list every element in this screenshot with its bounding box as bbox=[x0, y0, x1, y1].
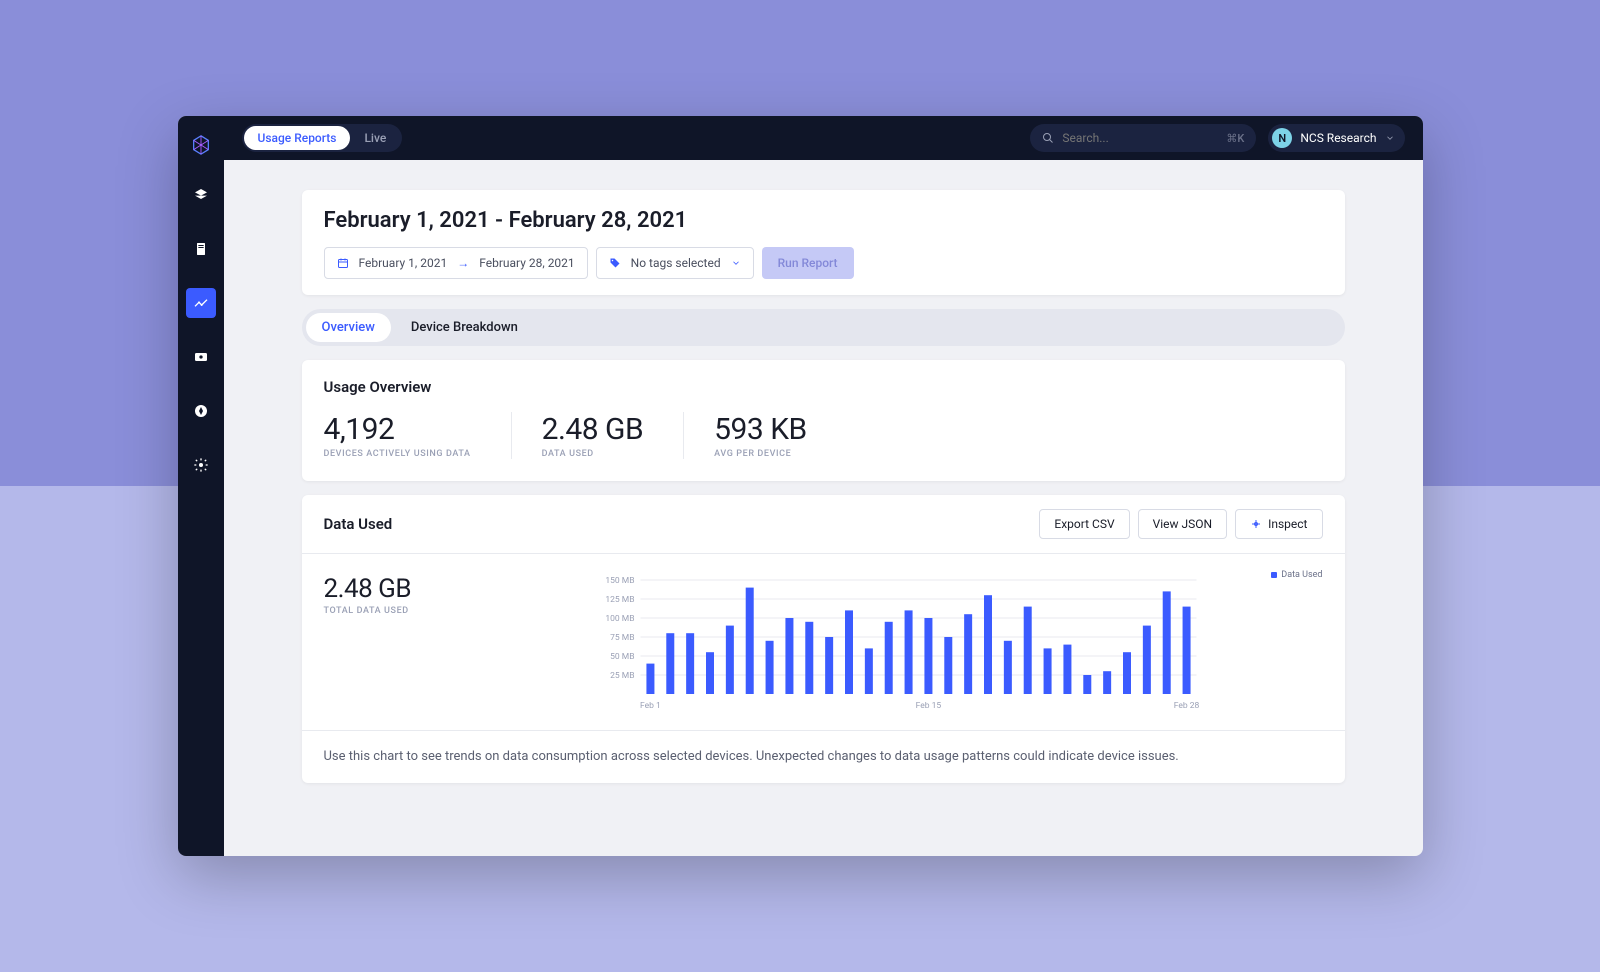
total-data-value: 2.48 GB bbox=[324, 574, 464, 604]
sidebar-item-settings[interactable] bbox=[186, 450, 216, 480]
sidebar-item-layers[interactable] bbox=[186, 180, 216, 210]
stat-value: 4,192 bbox=[324, 412, 471, 447]
export-button-group: Export CSV View JSON Inspect bbox=[1039, 509, 1322, 539]
stat-devices: 4,192 DEVICES ACTIVELY USING DATA bbox=[324, 412, 512, 459]
date-range-card: February 1, 2021 - February 28, 2021 Feb… bbox=[302, 190, 1345, 295]
sidebar-item-analytics[interactable] bbox=[186, 288, 216, 318]
stats-row: 4,192 DEVICES ACTIVELY USING DATA 2.48 G… bbox=[324, 412, 1323, 459]
svg-text:Feb 1: Feb 1 bbox=[640, 701, 661, 711]
stat-data-used: 2.48 GB DATA USED bbox=[542, 412, 685, 459]
app-frame: Usage Reports Live ⌘K N NCS Research Feb… bbox=[178, 116, 1423, 856]
sidebar-item-billing[interactable] bbox=[186, 342, 216, 372]
bar-chart: 25 MB 50 MB 75 MB 100 MB 125 MB 150 MB Feb 1 Fe… bbox=[482, 574, 1323, 714]
sidebar-item-navigator[interactable] bbox=[186, 396, 216, 426]
svg-text:125 MB: 125 MB bbox=[605, 595, 634, 605]
tag-icon bbox=[609, 257, 621, 269]
content: February 1, 2021 - February 28, 2021 Feb… bbox=[224, 160, 1423, 856]
tab-usage-reports[interactable]: Usage Reports bbox=[244, 126, 351, 150]
search-box[interactable]: ⌘K bbox=[1030, 124, 1256, 152]
sidebar bbox=[178, 116, 224, 856]
topbar: Usage Reports Live ⌘K N NCS Research bbox=[224, 116, 1423, 160]
legend-label: Data Used bbox=[1281, 570, 1322, 580]
run-report-button[interactable]: Run Report bbox=[762, 247, 854, 279]
sidebar-item-document[interactable] bbox=[186, 234, 216, 264]
stat-label: AVG PER DEVICE bbox=[714, 449, 807, 459]
chart-legend: Data Used bbox=[1271, 570, 1322, 580]
date-range-picker[interactable]: February 1, 2021 → February 28, 2021 bbox=[324, 247, 588, 279]
topbar-tabs: Usage Reports Live bbox=[242, 124, 403, 152]
arrow-right-icon: → bbox=[457, 256, 469, 270]
stat-avg-per-device: 593 KB AVG PER DEVICE bbox=[714, 412, 847, 459]
account-menu[interactable]: N NCS Research bbox=[1268, 124, 1404, 152]
avatar: N bbox=[1272, 128, 1292, 148]
view-tabs: Overview Device Breakdown bbox=[302, 309, 1345, 346]
view-tab-device-breakdown[interactable]: Device Breakdown bbox=[395, 313, 534, 342]
tags-label: No tags selected bbox=[631, 256, 721, 270]
calendar-icon bbox=[337, 257, 349, 269]
svg-text:50 MB: 50 MB bbox=[610, 652, 634, 662]
search-shortcut: ⌘K bbox=[1226, 132, 1244, 145]
chevron-down-icon bbox=[1385, 133, 1395, 143]
search-icon bbox=[1042, 132, 1054, 144]
stat-value: 593 KB bbox=[714, 412, 807, 447]
date-start: February 1, 2021 bbox=[359, 256, 448, 270]
data-used-title: Data Used bbox=[324, 515, 393, 533]
tab-live[interactable]: Live bbox=[350, 126, 400, 150]
svg-text:150 MB: 150 MB bbox=[605, 576, 634, 586]
svg-text:100 MB: 100 MB bbox=[605, 614, 634, 624]
data-used-card: Data Used Export CSV View JSON Inspect 2… bbox=[302, 495, 1345, 783]
date-range-title: February 1, 2021 - February 28, 2021 bbox=[324, 208, 1323, 233]
chart-body: 2.48 GB TOTAL DATA USED Data Used 25 MB 5… bbox=[302, 554, 1345, 730]
chart-total: 2.48 GB TOTAL DATA USED bbox=[324, 574, 464, 718]
legend-dot bbox=[1271, 572, 1277, 578]
chevron-down-icon bbox=[731, 258, 741, 268]
logo bbox=[190, 134, 212, 156]
stat-label: DATA USED bbox=[542, 449, 644, 459]
usage-overview-title: Usage Overview bbox=[324, 378, 1323, 396]
export-csv-button[interactable]: Export CSV bbox=[1039, 509, 1129, 539]
date-end: February 28, 2021 bbox=[479, 256, 574, 270]
view-tab-overview[interactable]: Overview bbox=[306, 313, 391, 342]
view-json-button[interactable]: View JSON bbox=[1138, 509, 1227, 539]
filter-row: February 1, 2021 → February 28, 2021 No … bbox=[324, 247, 1323, 279]
stat-value: 2.48 GB bbox=[542, 412, 644, 447]
chart-caption: Use this chart to see trends on data con… bbox=[302, 730, 1345, 783]
total-data-label: TOTAL DATA USED bbox=[324, 606, 464, 616]
data-used-header: Data Used Export CSV View JSON Inspect bbox=[302, 495, 1345, 554]
usage-overview-card: Usage Overview 4,192 DEVICES ACTIVELY US… bbox=[302, 360, 1345, 481]
account-name: NCS Research bbox=[1300, 131, 1376, 145]
inspect-icon bbox=[1250, 518, 1262, 530]
tags-selector[interactable]: No tags selected bbox=[596, 247, 754, 279]
chart-wrap: Data Used 25 MB50 MB75 MB100 MB125 MB150… bbox=[482, 574, 1323, 718]
svg-text:Feb 15: Feb 15 bbox=[915, 701, 941, 711]
inspect-button[interactable]: Inspect bbox=[1235, 509, 1322, 539]
svg-text:Feb 28: Feb 28 bbox=[1173, 701, 1199, 711]
search-input[interactable] bbox=[1062, 131, 1218, 145]
svg-text:25 MB: 25 MB bbox=[610, 671, 634, 681]
inspect-label: Inspect bbox=[1268, 517, 1307, 531]
main-column: Usage Reports Live ⌘K N NCS Research Feb… bbox=[224, 116, 1423, 856]
svg-text:75 MB: 75 MB bbox=[610, 633, 634, 643]
stat-label: DEVICES ACTIVELY USING DATA bbox=[324, 449, 471, 459]
